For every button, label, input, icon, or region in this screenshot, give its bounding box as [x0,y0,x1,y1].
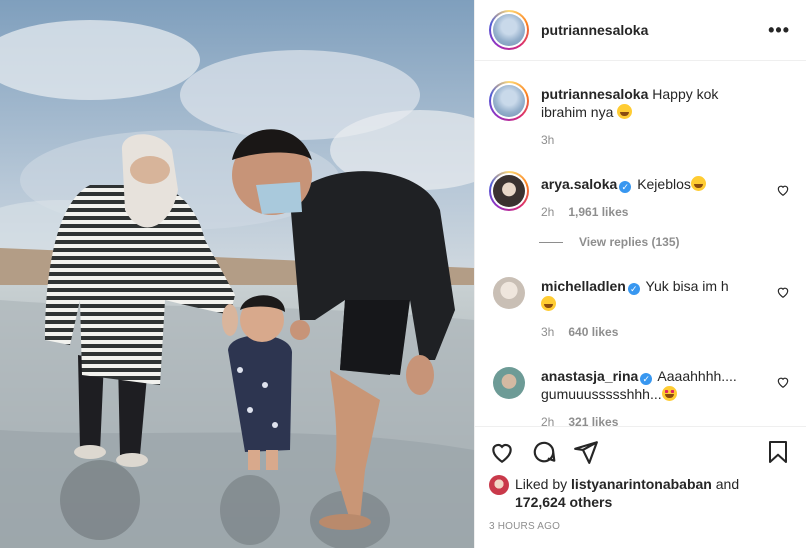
author-avatar-ring[interactable] [489,10,529,51]
comment-item: anastasja_rina ✓ Aaaahhhh.... gumuuusssss… [489,363,790,426]
like-comment-heart-icon[interactable] [776,183,790,197]
comment-bubble-icon[interactable] [531,439,557,465]
view-replies-label: View replies (135) [579,235,680,250]
comment-username[interactable]: arya.saloka [541,176,617,192]
caption-text: putriannesaloka Happy kok ibrahim nya [541,81,764,121]
post-header: putriannesaloka ••• [475,0,806,62]
liked-by-text: Liked by listyanarintonababan and 172,62… [515,475,739,511]
heart-eyes-emoji-icon [661,386,677,402]
instagram-post: putriannesaloka ••• putriannesaloka Happ… [0,0,806,548]
caption: putriannesaloka Happy kok ibrahim nya 3h [489,81,790,147]
liked-by-prefix: Liked by [515,476,568,492]
comment-body: Yuk bisa im h [645,278,729,295]
laughing-emoji-icon [690,176,706,192]
comment-avatar[interactable] [493,277,525,310]
comment-username[interactable]: michelladlen [541,278,626,294]
rofl-emoji-icon [541,296,556,312]
caption-username[interactable]: putriannesaloka [541,86,648,102]
comment-username[interactable]: anastasja_rina [541,368,638,384]
comment-time: 2h [541,415,555,426]
liked-by-avatar[interactable] [489,475,509,495]
author-username[interactable]: putriannesaloka [541,22,648,38]
replies-divider [539,241,563,243]
liked-by-and: and [715,476,740,492]
comment-avatar[interactable] [493,367,525,400]
comment-text: anastasja_rina ✓ Aaaahhhh.... gumuuusssss… [541,363,764,403]
post-side-panel: putriannesaloka ••• putriannesaloka Happ… [474,0,806,548]
comment-body: Kejeblos [637,176,691,193]
verified-badge-icon: ✓ [619,181,632,194]
post-timestamp[interactable]: 3 HOURS AGO [489,521,790,532]
caption-avatar[interactable] [489,81,529,122]
bookmark-save-icon[interactable] [766,439,790,465]
comment-likes[interactable]: 1,961 likes [568,205,628,219]
comment-time: 2h [541,205,555,220]
verified-badge-icon: ✓ [640,373,653,386]
view-replies-button[interactable]: View replies (135) [539,235,790,249]
like-heart-icon[interactable] [489,439,515,465]
beach-family-photo [0,0,474,548]
action-icons [489,437,790,467]
verified-badge-icon: ✓ [627,283,640,296]
comment-text: arya.saloka ✓ Kejeblos [541,171,764,194]
like-comment-heart-icon[interactable] [776,285,790,299]
caption-time: 3h [541,133,555,148]
avatar [493,14,525,47]
post-actions: Liked by listyanarintonababan and 172,62… [475,426,806,548]
avatar [493,85,525,118]
share-send-icon[interactable] [573,439,599,465]
liked-by-count[interactable]: 172,624 others [515,494,612,510]
comment-time: 3h [541,325,555,340]
post-photo[interactable] [0,0,474,548]
comment-likes[interactable]: 640 likes [568,325,618,339]
comment-item: arya.saloka ✓ Kejeblos 2h 1,961 likes [489,171,790,219]
like-comment-heart-icon[interactable] [776,375,790,389]
comment-item: michelladlen ✓ Yuk bisa im h 3h 640 likes [489,273,790,339]
avatar [493,175,525,208]
comment-text: michelladlen ✓ Yuk bisa im h [541,273,764,313]
comment-avatar[interactable] [489,171,529,212]
comment-likes[interactable]: 321 likes [568,415,618,426]
more-horizontal-icon[interactable]: ••• [768,20,790,41]
liked-by-username[interactable]: listyanarintonababan [571,476,712,492]
liked-by: Liked by listyanarintonababan and 172,62… [489,475,790,511]
rofl-emoji-icon [617,104,633,120]
comments-list: putriannesaloka Happy kok ibrahim nya 3h… [475,61,806,426]
